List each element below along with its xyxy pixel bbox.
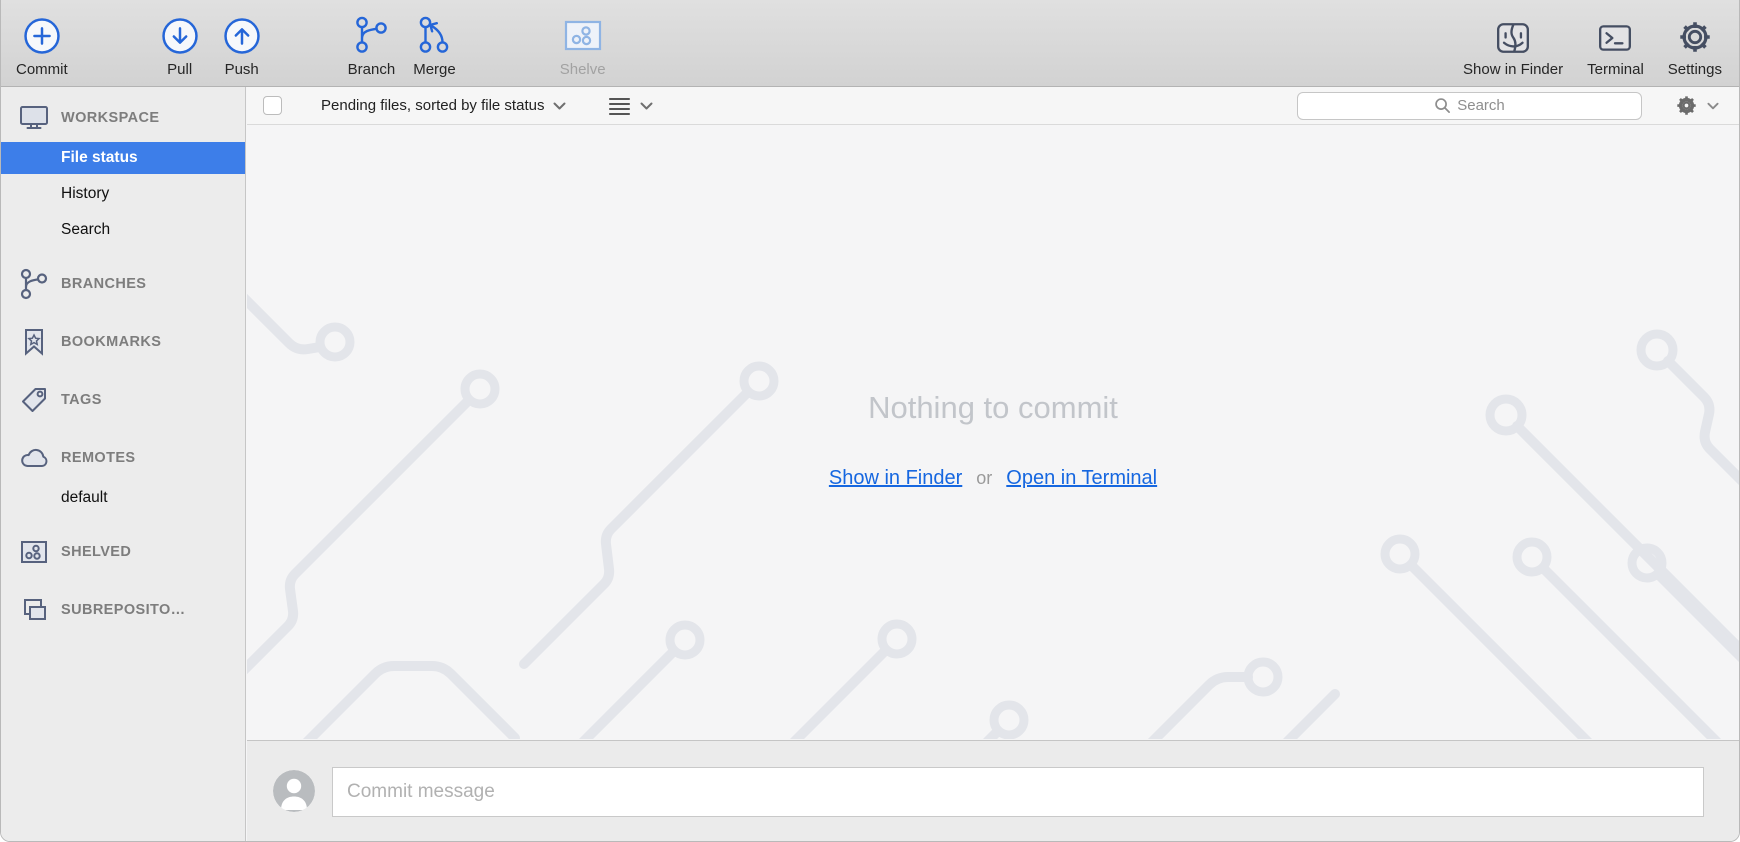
- commit-label: Commit: [16, 61, 68, 78]
- branch-label: Branch: [348, 61, 396, 78]
- shelved-label: SHELVED: [61, 544, 131, 560]
- commit-bar: [247, 740, 1739, 841]
- or-text: or: [976, 468, 992, 489]
- search-placeholder: Search: [1457, 97, 1505, 114]
- search-input[interactable]: Search: [1297, 92, 1642, 120]
- remotes-label: REMOTES: [61, 450, 136, 466]
- tags-label: TAGS: [61, 392, 102, 408]
- terminal-icon: [1597, 20, 1633, 56]
- branch-icon: [352, 14, 390, 56]
- sidebar-section-bookmarks[interactable]: BOOKMARKS: [1, 324, 245, 360]
- commit-options-gear-icon[interactable]: [1676, 95, 1697, 116]
- search-icon: [1434, 97, 1451, 114]
- sidebar-section-workspace[interactable]: WORKSPACE: [1, 100, 245, 136]
- search-item-label: Search: [61, 221, 110, 239]
- merge-icon: [417, 14, 451, 56]
- sidebar-section-subrepositories[interactable]: SUBREPOSITO…: [1, 592, 245, 628]
- subrepositories-label: SUBREPOSITO…: [61, 602, 186, 618]
- view-options-chevron-down-icon[interactable]: [640, 102, 653, 110]
- pull-label: Pull: [167, 61, 192, 78]
- push-button[interactable]: Push: [222, 0, 262, 86]
- push-arrow-icon: [222, 16, 262, 56]
- merge-button[interactable]: Merge: [413, 0, 456, 86]
- show-in-finder-link[interactable]: Show in Finder: [829, 467, 962, 490]
- settings-button[interactable]: Settings: [1668, 0, 1722, 86]
- remotes-cloud-icon: [18, 445, 50, 471]
- sourcetree-window: Commit Pull Push: [0, 0, 1740, 842]
- workspace-monitor-icon: [18, 103, 50, 133]
- open-in-terminal-link[interactable]: Open in Terminal: [1006, 467, 1157, 490]
- toolbar-spacer: [606, 0, 1463, 86]
- shelve-icon: [563, 16, 603, 56]
- terminal-label: Terminal: [1587, 61, 1644, 78]
- pull-button[interactable]: Pull: [160, 0, 200, 86]
- branch-button[interactable]: Branch: [348, 0, 396, 86]
- sidebar-item-history[interactable]: History: [1, 176, 245, 212]
- workspace-label: WORKSPACE: [61, 110, 159, 126]
- sidebar-item-remote-default[interactable]: default: [1, 480, 245, 516]
- toolbar: Commit Pull Push: [1, 0, 1739, 87]
- main-content: Nothing to commit Show in Finder or Open…: [247, 126, 1739, 739]
- shelve-button[interactable]: Shelve: [560, 0, 606, 86]
- remote-default-label: default: [61, 489, 108, 507]
- finder-icon: [1495, 20, 1531, 56]
- filter-bar: Pending files, sorted by file status Sea…: [247, 87, 1739, 125]
- branches-icon: [18, 267, 50, 301]
- file-status-label: File status: [61, 149, 138, 167]
- bookmarks-label: BOOKMARKS: [61, 334, 161, 350]
- commit-message-input[interactable]: [332, 767, 1704, 817]
- show-in-finder-button[interactable]: Show in Finder: [1463, 0, 1563, 86]
- pending-files-dropdown-label[interactable]: Pending files, sorted by file status: [321, 97, 544, 114]
- history-label: History: [61, 185, 109, 203]
- sidebar-item-file-status[interactable]: File status: [1, 142, 245, 174]
- select-all-checkbox[interactable]: [263, 96, 282, 115]
- terminal-button[interactable]: Terminal: [1587, 0, 1644, 86]
- sidebar-section-remotes[interactable]: REMOTES: [1, 440, 245, 476]
- empty-state: Nothing to commit Show in Finder or Open…: [247, 390, 1739, 490]
- settings-gear-icon: [1676, 18, 1714, 56]
- sidebar-section-branches[interactable]: BRANCHES: [1, 266, 245, 302]
- subrepositories-icon: [18, 595, 50, 625]
- show-in-finder-label: Show in Finder: [1463, 61, 1563, 78]
- view-options-icon[interactable]: [608, 95, 631, 117]
- sidebar-section-tags[interactable]: TAGS: [1, 382, 245, 418]
- sidebar-section-shelved[interactable]: SHELVED: [1, 534, 245, 570]
- shelved-icon: [18, 537, 50, 567]
- nothing-to-commit-title: Nothing to commit: [868, 390, 1118, 426]
- commit-options-chevron-down-icon[interactable]: [1707, 102, 1719, 110]
- user-avatar: [273, 770, 315, 812]
- sidebar: WORKSPACE File status History Search BRA…: [1, 87, 246, 841]
- sidebar-item-search[interactable]: Search: [1, 212, 245, 248]
- pull-arrow-icon: [160, 16, 200, 56]
- commit-button[interactable]: Commit: [16, 0, 68, 86]
- bookmarks-icon: [18, 326, 50, 358]
- settings-label: Settings: [1668, 61, 1722, 78]
- shelve-label: Shelve: [560, 61, 606, 78]
- merge-label: Merge: [413, 61, 456, 78]
- commit-plus-icon: [22, 16, 62, 56]
- tags-icon: [18, 384, 50, 416]
- push-label: Push: [225, 61, 259, 78]
- branches-label: BRANCHES: [61, 276, 146, 292]
- pending-files-chevron-down-icon[interactable]: [553, 102, 566, 110]
